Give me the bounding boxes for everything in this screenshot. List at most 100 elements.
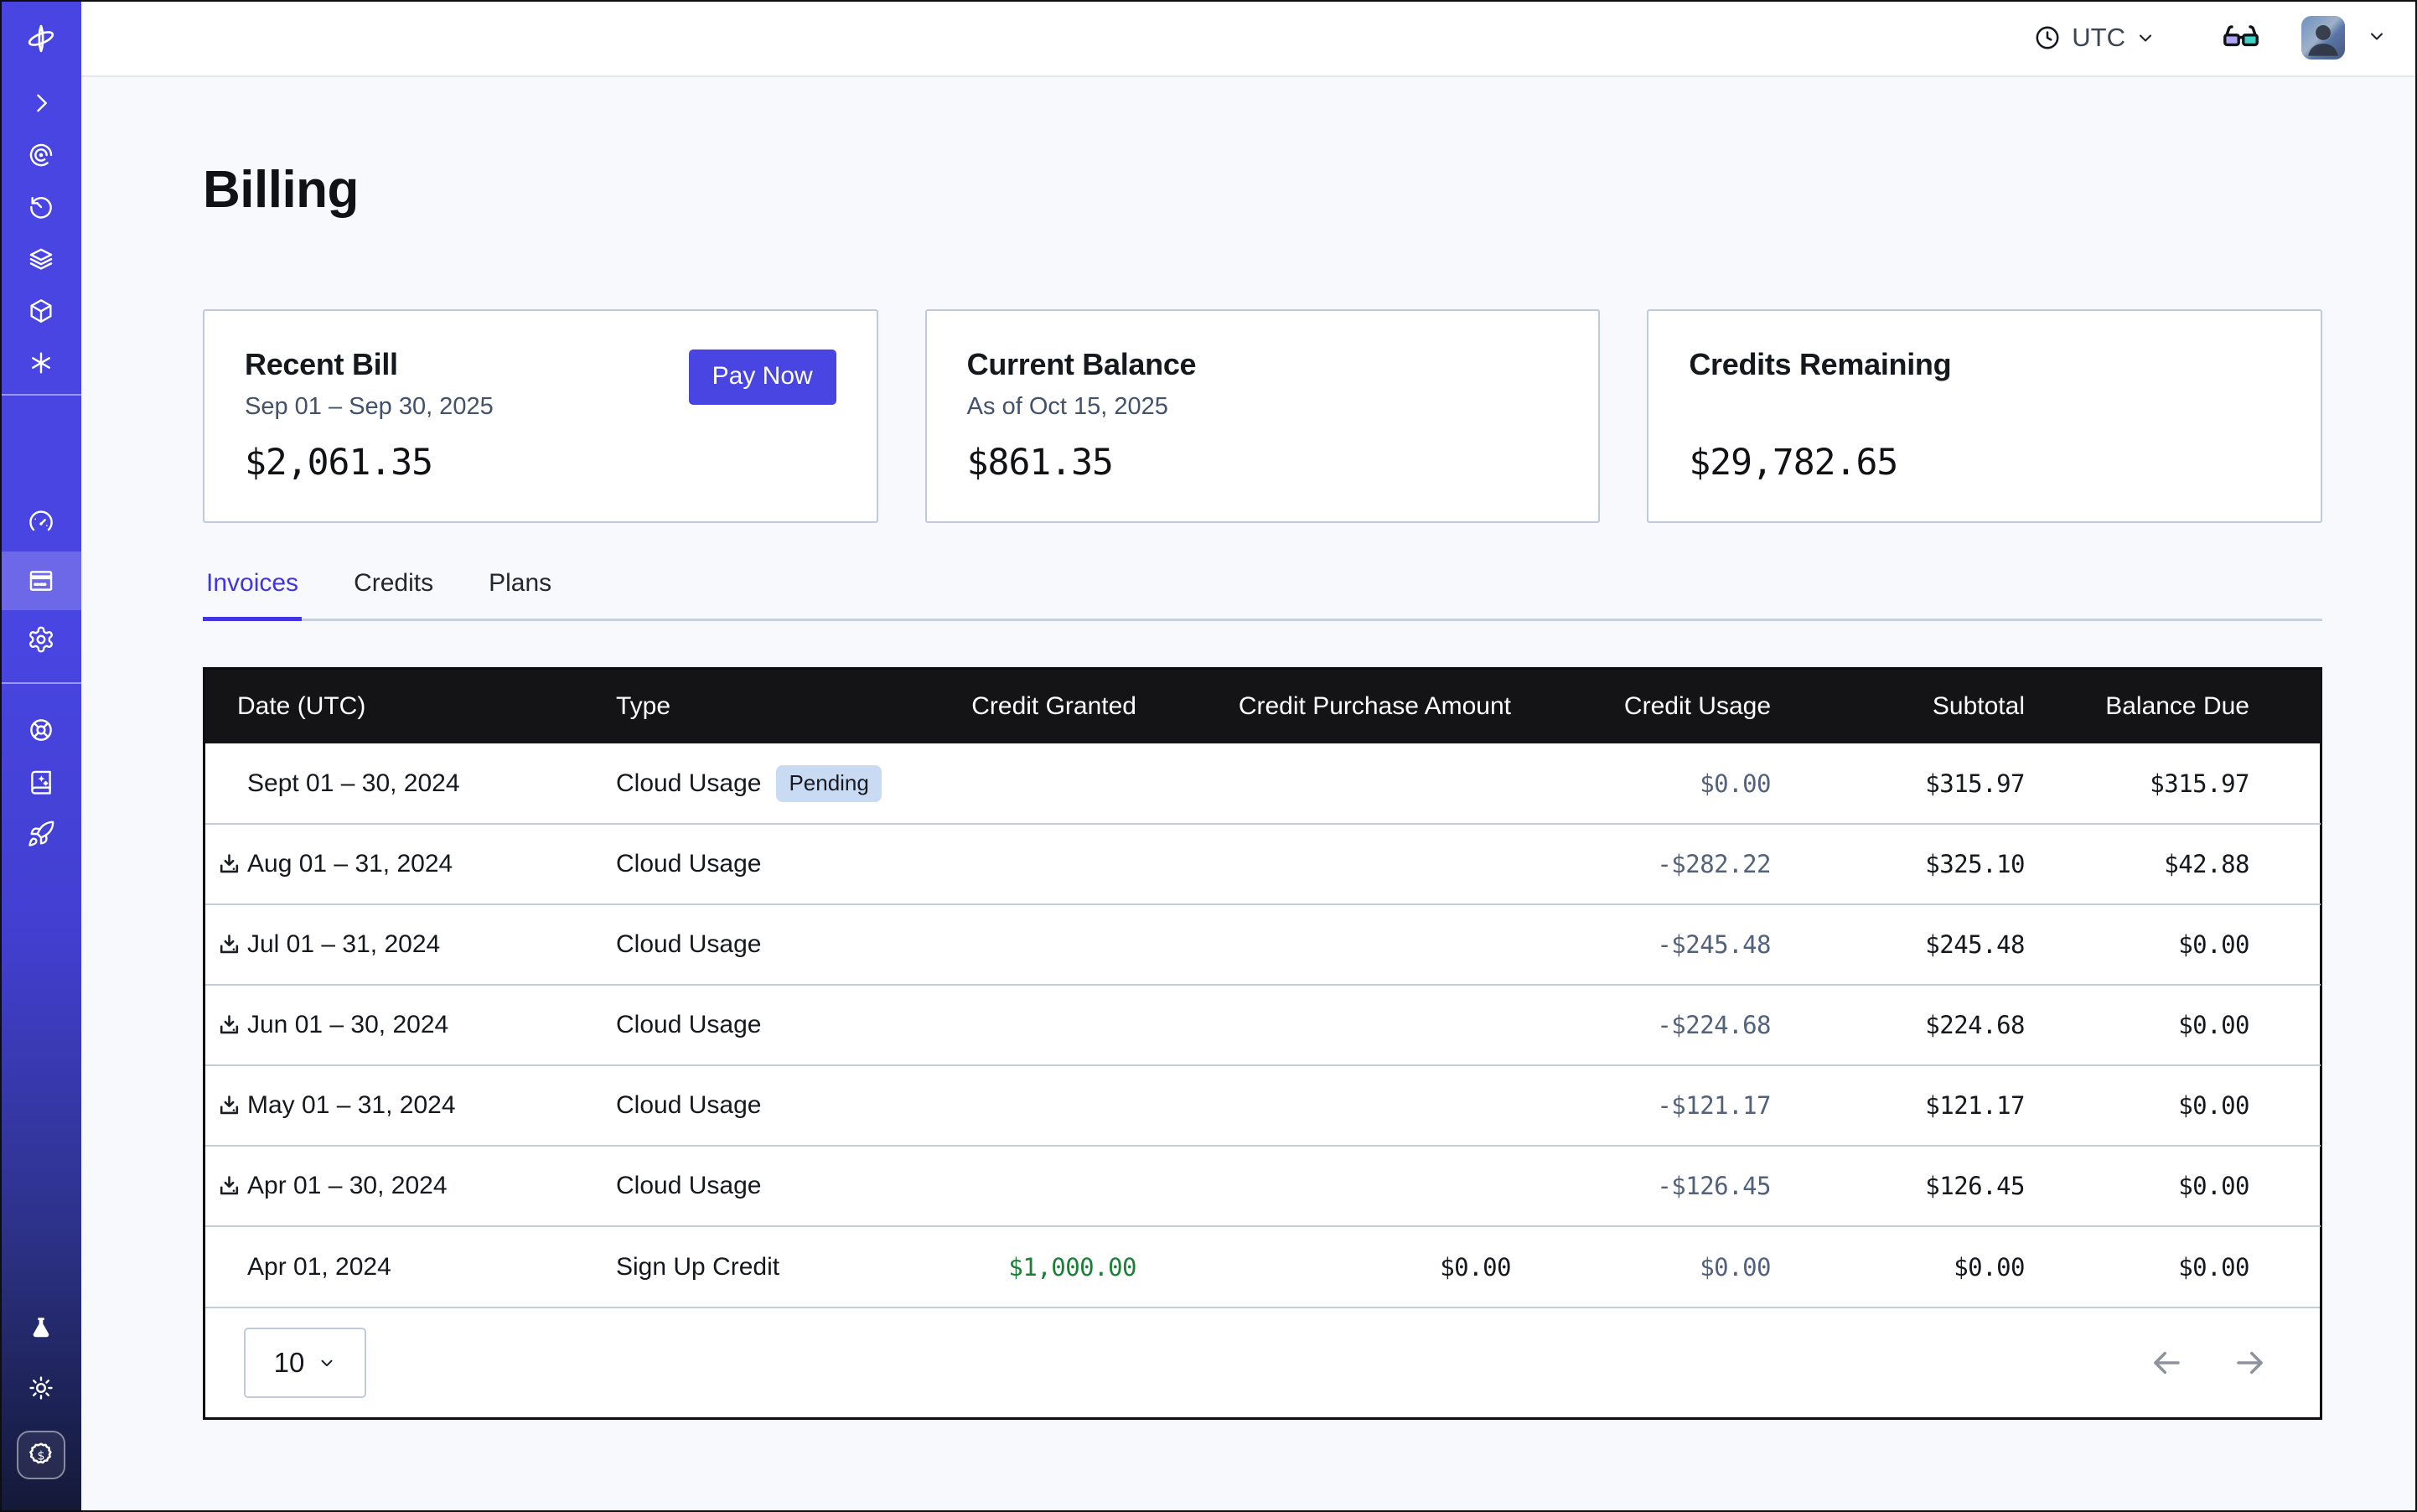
download-icon [216, 1012, 242, 1038]
sidebar-item-tracing[interactable] [0, 129, 81, 181]
sidebar-item-sandbox[interactable] [0, 285, 81, 337]
invoice-date: Jul 01 – 31, 2024 [247, 930, 440, 959]
sidebar-item-theme[interactable] [0, 1362, 81, 1414]
sidebar-item-usage[interactable] [0, 493, 81, 551]
arrow-right-icon [2233, 1345, 2268, 1380]
timezone-label: UTC [2072, 23, 2125, 53]
credit-usage-value: -$121.17 [1511, 1065, 1771, 1146]
main-content: Billing Recent Bill Sep 01 – Sep 30, 202… [81, 77, 2417, 1512]
sidebar-item-expand[interactable] [0, 77, 81, 129]
credit-granted-value [901, 985, 1136, 1065]
card-title: Current Balance [967, 350, 1559, 380]
download-invoice-button[interactable] [215, 1173, 243, 1200]
table-row[interactable]: Apr 01 – 30, 2024 Cloud Usage -$126.45 $… [205, 1146, 2321, 1226]
invoice-date: Sept 01 – 30, 2024 [247, 769, 460, 798]
invoice-type: Cloud Usage [616, 1091, 761, 1120]
user-photo [2301, 16, 2345, 60]
summary-cards: Recent Bill Sep 01 – Sep 30, 2025 $2,061… [203, 309, 2322, 523]
table-row[interactable]: Jul 01 – 31, 2024 Cloud Usage -$245.48 $… [205, 904, 2321, 985]
previous-page-button[interactable] [2149, 1345, 2184, 1380]
download-icon [216, 932, 242, 958]
download-invoice-button[interactable] [215, 1012, 243, 1039]
chevron-down-icon [2367, 26, 2387, 46]
sidebar-item-get-started[interactable] [0, 808, 81, 860]
download-icon [216, 852, 242, 878]
sidebar: $ [0, 0, 81, 1512]
invoice-type: Cloud Usage [616, 769, 761, 798]
tab-invoices[interactable]: Invoices [203, 568, 302, 619]
page-title: Billing [203, 164, 2322, 216]
download-invoice-button[interactable] [215, 931, 243, 959]
column-header-type: Type [574, 670, 901, 743]
subtotal-value: $224.68 [1771, 985, 2025, 1065]
reader-mode-button[interactable] [2221, 18, 2261, 58]
balance-due-value: $0.00 [2025, 1226, 2321, 1307]
tab-credits[interactable]: Credits [350, 568, 437, 619]
page-size-select[interactable]: 10 [244, 1328, 366, 1398]
chevron-down-icon [318, 1354, 336, 1372]
credit-usage-value: -$126.45 [1511, 1146, 1771, 1226]
table-row[interactable]: Jun 01 – 30, 2024 Cloud Usage -$224.68 $… [205, 985, 2321, 1065]
invoice-date: Jun 01 – 30, 2024 [247, 1011, 448, 1039]
credit-usage-value: -$245.48 [1511, 904, 1771, 985]
pay-now-button[interactable]: Pay Now [689, 350, 836, 405]
credit-granted-value [901, 824, 1136, 904]
layers-icon [27, 245, 55, 273]
tracing-icon [27, 141, 55, 169]
tab-plans[interactable]: Plans [485, 568, 555, 619]
invoice-type: Cloud Usage [616, 1172, 761, 1200]
table-footer: 10 [205, 1307, 2320, 1417]
table-row[interactable]: Aug 01 – 31, 2024 Cloud Usage -$282.22 $… [205, 824, 2321, 904]
sidebar-item-support[interactable] [0, 704, 81, 756]
credit-purchase-value [1136, 904, 1511, 985]
recent-bill-card: Recent Bill Sep 01 – Sep 30, 2025 $2,061… [203, 309, 878, 523]
sidebar-item-docs[interactable] [0, 756, 81, 808]
invoice-date: Apr 01 – 30, 2024 [247, 1172, 448, 1200]
download-icon [216, 1173, 242, 1199]
pagination [2149, 1345, 2268, 1380]
credit-granted-value [901, 743, 1136, 824]
arrow-left-icon [2149, 1345, 2184, 1380]
balance-due-value: $0.00 [2025, 985, 2321, 1065]
credit-usage-value: -$224.68 [1511, 985, 1771, 1065]
account-menu-button[interactable] [2367, 26, 2387, 50]
subtotal-value: $0.00 [1771, 1226, 2025, 1307]
page-size-value: 10 [274, 1347, 305, 1379]
subtotal-value: $121.17 [1771, 1065, 2025, 1146]
sidebar-item-layers[interactable] [0, 233, 81, 285]
status-badge: Pending [776, 765, 881, 802]
download-icon [216, 1093, 242, 1119]
balance-due-value: $315.97 [2025, 743, 2321, 824]
table-row[interactable]: Apr 01, 2024 Sign Up Credit $1,000.00 $0… [205, 1226, 2321, 1307]
credits-remaining-card: Credits Remaining $29,782.65 [1647, 309, 2322, 523]
download-invoice-button[interactable] [215, 851, 243, 878]
table-row[interactable]: Sept 01 – 30, 2024 Cloud UsagePending $0… [205, 743, 2321, 824]
table-row[interactable]: May 01 – 31, 2024 Cloud Usage -$121.17 $… [205, 1065, 2321, 1146]
subtotal-value: $315.97 [1771, 743, 2025, 824]
card-title: Credits Remaining [1689, 350, 2280, 380]
invoice-type: Cloud Usage [616, 850, 761, 878]
timezone-selector[interactable]: UTC [2033, 23, 2156, 53]
credit-purchase-value [1136, 1065, 1511, 1146]
credits-button[interactable]: $ [17, 1431, 65, 1479]
download-invoice-button[interactable] [215, 1092, 243, 1120]
invoice-type: Cloud Usage [616, 930, 761, 959]
gear-icon [27, 625, 55, 654]
rocket-icon [27, 820, 55, 848]
sidebar-item-billing[interactable] [0, 551, 81, 610]
avatar[interactable] [2301, 16, 2345, 60]
clock-icon [2033, 23, 2062, 52]
credit-granted-value: $1,000.00 [901, 1226, 1136, 1307]
sidebar-item-settings[interactable] [0, 610, 81, 669]
invoice-date: Aug 01 – 31, 2024 [247, 850, 453, 878]
sidebar-item-services[interactable] [0, 337, 81, 389]
sidebar-item-history[interactable] [0, 181, 81, 233]
app-logo[interactable] [0, 0, 81, 77]
next-page-button[interactable] [2233, 1345, 2268, 1380]
billing-page: $ UTC Billing Recen [0, 0, 2417, 1512]
credit-granted-value [901, 1146, 1136, 1226]
card-subtitle [1689, 393, 2280, 422]
svg-text:$: $ [37, 1449, 44, 1463]
sidebar-item-labs[interactable] [0, 1302, 81, 1354]
recent-bill-amount: $2,061.35 [245, 442, 836, 484]
